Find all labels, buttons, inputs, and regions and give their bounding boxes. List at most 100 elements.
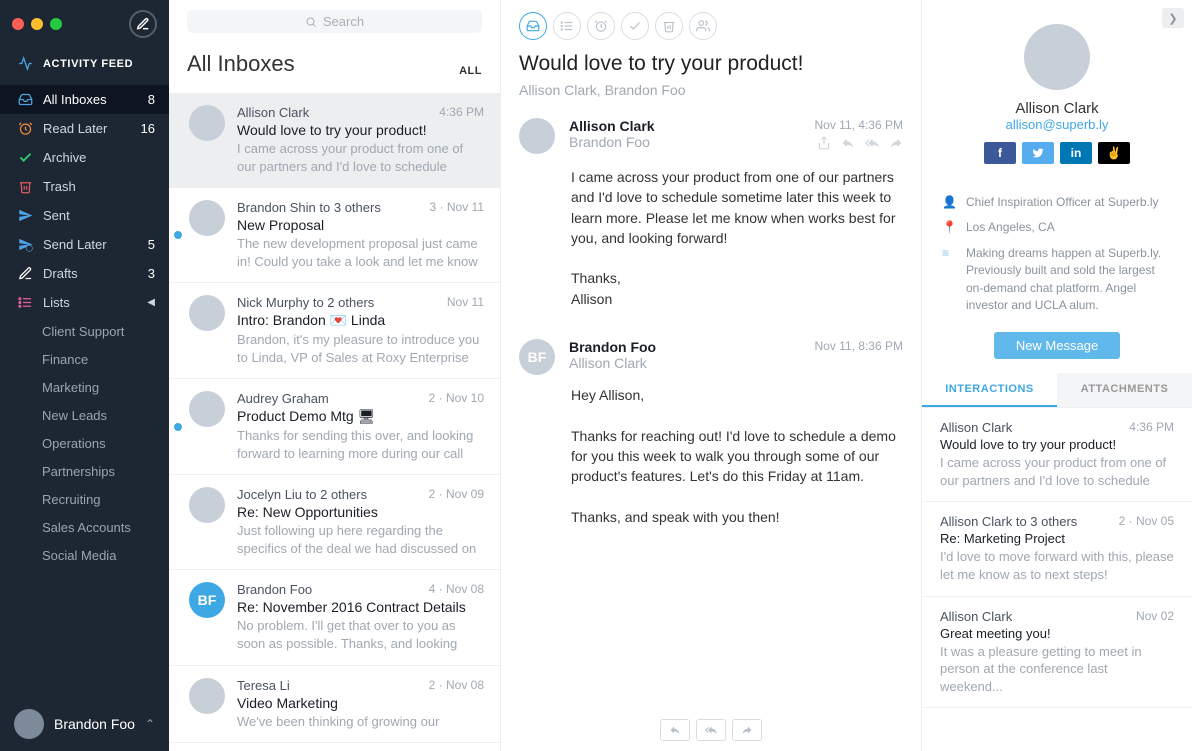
message-item[interactable]: Jocelyn Liu to 2 others2 · Nov 09 Re: Ne… <box>169 475 500 570</box>
snooze-button[interactable] <box>587 12 615 40</box>
facebook-link[interactable]: f <box>984 142 1016 164</box>
message-preview: Just following up here regarding the spe… <box>237 522 484 557</box>
message-preview: Thanks for sending this over, and lookin… <box>237 427 484 462</box>
message-item[interactable]: Teresa Li2 · Nov 08 Video Marketing We'v… <box>169 666 500 744</box>
message-preview: The new development proposal just came i… <box>237 235 484 270</box>
message-meta: 2 · Nov 08 <box>429 678 484 693</box>
maximize-window-icon[interactable] <box>50 18 62 30</box>
bio-icon: ≡ <box>942 245 956 315</box>
inbox-icon <box>18 92 33 107</box>
filter-all[interactable]: ALL <box>459 65 482 77</box>
interaction-preview: I'd love to move forward with this, plea… <box>940 548 1174 583</box>
sidebar-item-count: 5 <box>148 237 155 252</box>
message-item[interactable]: Audrey Graham2 · Nov 10 Product Demo Mtg… <box>169 379 500 475</box>
reply-button[interactable] <box>660 719 690 741</box>
message-avatar <box>189 678 225 714</box>
trash-icon <box>18 179 33 194</box>
activity-icon <box>18 56 33 71</box>
interaction-subject: Re: Marketing Project <box>940 531 1174 546</box>
sidebar-item-read-later[interactable]: Read Later 16 <box>0 114 169 143</box>
sidebar-item-all-inboxes[interactable]: All Inboxes 8 <box>0 85 169 114</box>
linkedin-link[interactable]: in <box>1060 142 1092 164</box>
new-message-button[interactable]: New Message <box>994 332 1120 359</box>
sidebar-list-operations[interactable]: Operations <box>0 429 169 457</box>
twitter-link[interactable] <box>1022 142 1054 164</box>
compose-icon <box>136 17 150 31</box>
message-subject: Would love to try your product! <box>237 122 484 138</box>
message-avatar <box>189 200 225 236</box>
interaction-from: Allison Clark to 3 others <box>940 514 1077 529</box>
sidebar-list-new-leads[interactable]: New Leads <box>0 401 169 429</box>
message-item[interactable]: Nick Murphy to 2 othersNov 11 Intro: Bra… <box>169 283 500 379</box>
sidebar-item-label: Trash <box>43 179 76 194</box>
message-subject: Intro: Brandon 💌 Linda <box>237 312 484 329</box>
email-body: I came across your product from one of o… <box>571 167 903 309</box>
unread-dot-icon <box>174 423 182 431</box>
draft-icon <box>18 266 33 281</box>
delete-button[interactable] <box>655 12 683 40</box>
message-item[interactable]: BF Brandon Foo4 · Nov 08 Re: November 20… <box>169 570 500 665</box>
reply-icon[interactable] <box>841 136 855 153</box>
message-from: Brandon Shin to 3 others <box>237 200 381 215</box>
sidebar-list-client-support[interactable]: Client Support <box>0 317 169 345</box>
inbox-view-button[interactable] <box>519 12 547 40</box>
contact-panel: ❯ Allison Clark allison@superb.ly f in ✌… <box>922 0 1192 751</box>
minimize-window-icon[interactable] <box>31 18 43 30</box>
sidebar-item-lists[interactable]: Lists ◀ <box>0 288 169 317</box>
sidebar-item-drafts[interactable]: Drafts 3 <box>0 259 169 288</box>
sidebar-list-social-media[interactable]: Social Media <box>0 541 169 569</box>
tab-attachments[interactable]: ATTACHMENTS <box>1057 373 1192 407</box>
list-view-button[interactable] <box>553 12 581 40</box>
sidebar-item-archive[interactable]: Archive <box>0 143 169 172</box>
message-item[interactable]: Brandon Shin to 3 others3 · Nov 11 New P… <box>169 188 500 283</box>
interaction-from: Allison Clark <box>940 609 1012 624</box>
reply-all-icon[interactable] <box>865 136 879 153</box>
interaction-item[interactable]: Allison Clark to 3 others2 · Nov 05 Re: … <box>922 502 1192 596</box>
angellist-link[interactable]: ✌ <box>1098 142 1130 164</box>
sidebar-list-recruiting[interactable]: Recruiting <box>0 485 169 513</box>
tab-interactions[interactable]: INTERACTIONS <box>922 373 1057 407</box>
email-date: Nov 11, 4:36 PM <box>815 118 904 132</box>
user-avatar <box>14 709 44 739</box>
sidebar-list-marketing[interactable]: Marketing <box>0 373 169 401</box>
interaction-subject: Great meeting you! <box>940 626 1174 641</box>
user-footer[interactable]: Brandon Foo ⌃ <box>0 697 169 751</box>
message-from: Audrey Graham <box>237 391 329 406</box>
email-avatar <box>519 118 555 154</box>
search-input[interactable]: Search <box>187 10 482 33</box>
collapse-panel-button[interactable]: ❯ <box>1162 8 1184 28</box>
contact-email[interactable]: allison@superb.ly <box>938 117 1176 132</box>
sidebar-activity-feed[interactable]: ACTIVITY FEED <box>0 52 169 85</box>
close-window-icon[interactable] <box>12 18 24 30</box>
email-message: BF Brandon Foo Allison Clark Nov 11, 8:3… <box>519 339 903 527</box>
sidebar-item-trash[interactable]: Trash <box>0 172 169 201</box>
reply-all-button[interactable] <box>696 719 726 741</box>
forward-icon[interactable] <box>889 136 903 153</box>
contact-bio: Making dreams happen at Superb.ly. Previ… <box>966 245 1172 315</box>
contact-avatar <box>1024 24 1090 90</box>
mark-done-button[interactable] <box>621 12 649 40</box>
add-contact-button[interactable] <box>689 12 717 40</box>
message-avatar <box>189 295 225 331</box>
interaction-item[interactable]: Allison Clark4:36 PM Would love to try y… <box>922 408 1192 502</box>
forward-button[interactable] <box>732 719 762 741</box>
sidebar-item-label: Lists <box>43 295 70 310</box>
interaction-preview: It was a pleasure getting to meet in per… <box>940 643 1174 696</box>
sidebar-item-count: 16 <box>141 121 155 136</box>
sidebar-item-send-later[interactable]: Send Later 5 <box>0 230 169 259</box>
forward-icon <box>740 724 754 736</box>
reader-toolbar <box>501 0 921 46</box>
person-icon: 👤 <box>942 194 956 211</box>
sidebar-list-partnerships[interactable]: Partnerships <box>0 457 169 485</box>
compose-button[interactable] <box>129 10 157 38</box>
email-date: Nov 11, 8:36 PM <box>815 339 904 353</box>
sidebar-list-finance[interactable]: Finance <box>0 345 169 373</box>
message-item[interactable]: Allison Clark4:36 PM Would love to try y… <box>169 93 500 188</box>
share-icon[interactable] <box>817 136 831 153</box>
message-list-column: Search All Inboxes ALL Allison Clark4:36… <box>169 0 501 751</box>
sidebar-item-count: 8 <box>148 92 155 107</box>
sidebar-list-sales-accounts[interactable]: Sales Accounts <box>0 513 169 541</box>
sidebar-item-sent[interactable]: Sent <box>0 201 169 230</box>
interaction-item[interactable]: Allison ClarkNov 02 Great meeting you! I… <box>922 597 1192 709</box>
message-preview: Brandon, it's my pleasure to introduce y… <box>237 331 484 366</box>
